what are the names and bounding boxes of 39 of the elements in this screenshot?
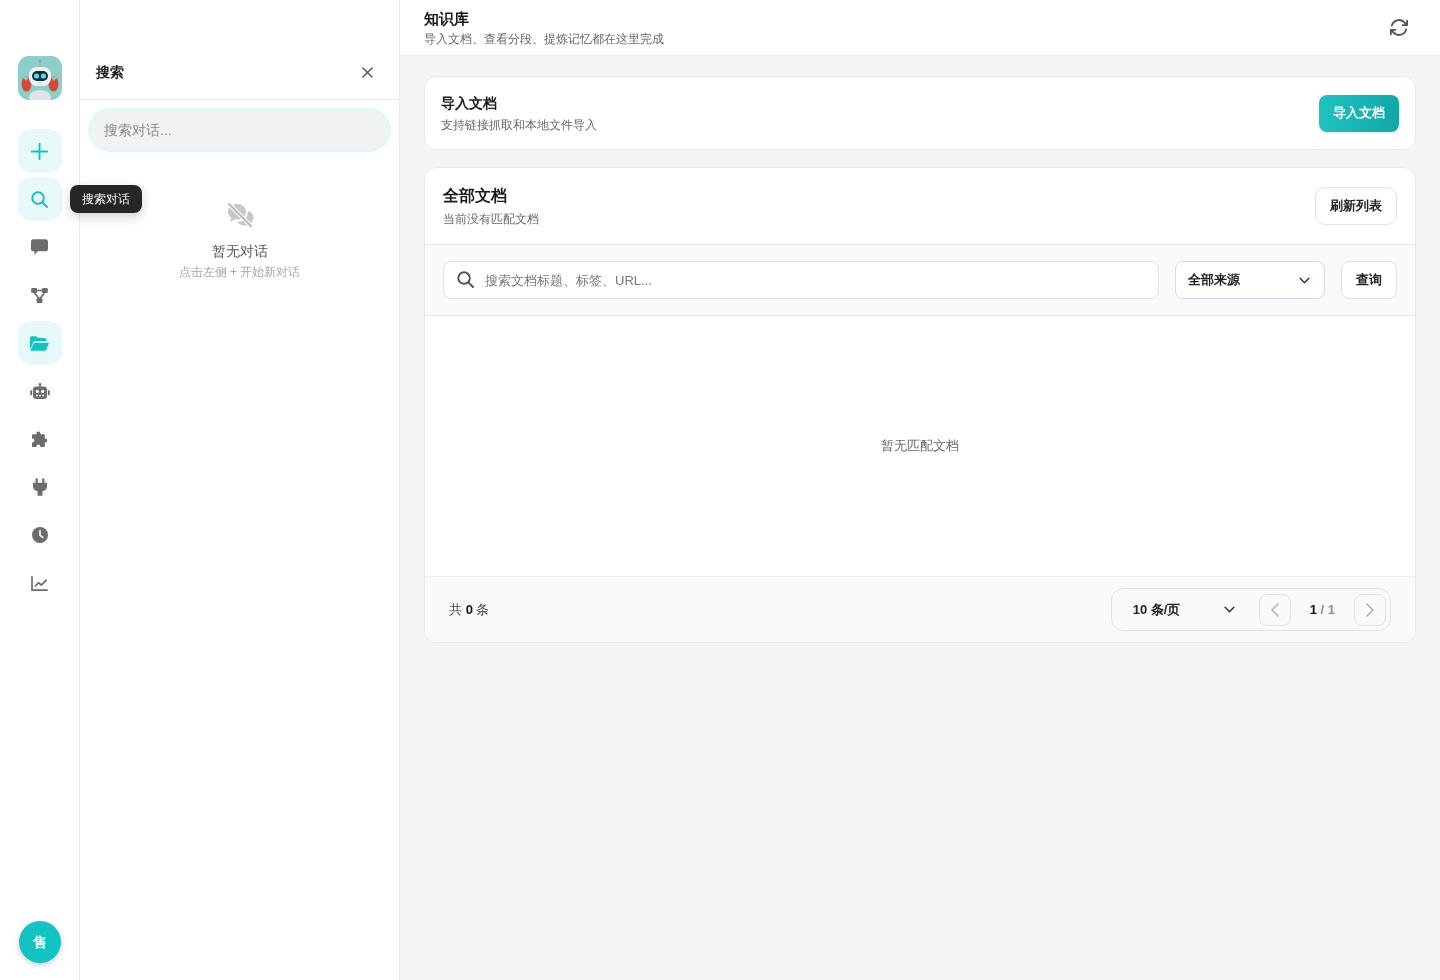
empty-title: 暂无对话 [211, 242, 268, 261]
speech-bubble-icon [31, 239, 48, 255]
search-icon [457, 271, 474, 288]
search-icon [31, 190, 48, 208]
chevron-left-icon [1270, 602, 1279, 617]
panel-title: 搜索 [96, 63, 124, 82]
page-subtitle: 导入文档、查看分段、提炼记忆都在这里完成 [424, 30, 664, 47]
search-field[interactable]: 搜索对话... [91, 111, 388, 149]
empty-hint: 点击左侧 + 开始新对话 [178, 264, 301, 280]
puzzle-icon [31, 431, 48, 447]
total-count: 共 0 条 [449, 600, 490, 619]
robot-logo [17, 56, 62, 100]
line-chart-icon [31, 575, 48, 591]
page-size-select[interactable]: 10 条/页 [1132, 599, 1235, 620]
plus-icon [31, 142, 48, 160]
refresh-icon [1390, 19, 1408, 36]
refresh-list-button[interactable]: 刷新列表 [1315, 187, 1397, 225]
card-description: 支持链接抓取和本地文件导入 [441, 117, 597, 133]
slashed-chat-icon [225, 201, 254, 229]
chevron-right-icon [1366, 602, 1374, 617]
plug-icon [32, 478, 47, 496]
card-title: 导入文档 [441, 94, 498, 113]
robot-icon [29, 383, 50, 399]
empty-message: 暂无匹配文档 [881, 437, 959, 455]
folder-icon [30, 335, 49, 351]
chevron-down-icon [1223, 606, 1235, 613]
chevron-down-icon [1299, 276, 1310, 284]
refresh-button[interactable] [1389, 17, 1409, 38]
close-icon [361, 66, 373, 78]
card-title: 全部文档 [443, 186, 508, 206]
card-description: 当前没有匹配文档 [443, 211, 539, 227]
query-button[interactable]: 查询 [1341, 261, 1397, 299]
clock-icon [31, 527, 48, 543]
tooltip: 搜索对话 [69, 185, 142, 213]
page-indicator: 1 / 1 [1309, 600, 1335, 619]
document-search-field[interactable]: 搜索文档标题、标签、URL... [443, 261, 1159, 299]
source-select[interactable]: 全部来源 [1175, 261, 1325, 299]
node-graph-icon [31, 287, 48, 303]
page-title: 知识库 [424, 8, 470, 29]
